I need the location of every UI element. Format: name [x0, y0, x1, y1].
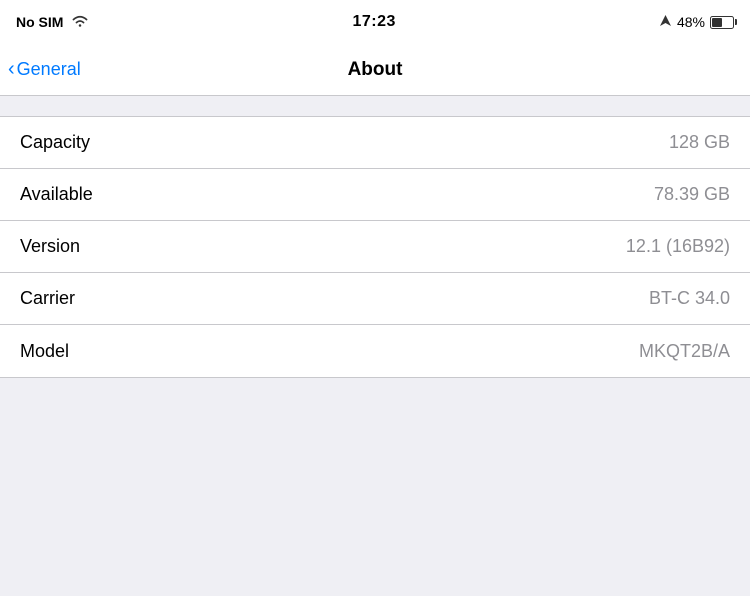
battery-box	[710, 16, 734, 29]
available-label: Available	[20, 184, 93, 205]
navigation-bar: ‹ General About	[0, 44, 750, 96]
version-label: Version	[20, 236, 80, 257]
table-row: Carrier BT-C 34.0	[0, 273, 750, 325]
table-row: Version 12.1 (16B92)	[0, 221, 750, 273]
settings-section: Capacity 128 GB Available 78.39 GB Versi…	[0, 116, 750, 378]
model-label: Model	[20, 341, 69, 362]
table-row: Capacity 128 GB	[0, 117, 750, 169]
model-value: MKQT2B/A	[639, 341, 730, 362]
carrier-label: No SIM	[16, 14, 63, 30]
back-chevron-icon: ‹	[8, 59, 15, 79]
status-left: No SIM	[16, 14, 89, 31]
status-time: 17:23	[353, 13, 396, 31]
page-title: About	[348, 59, 403, 81]
wifi-icon	[71, 14, 89, 31]
settings-group: Capacity 128 GB Available 78.39 GB Versi…	[0, 116, 750, 378]
version-value: 12.1 (16B92)	[626, 236, 730, 257]
back-button[interactable]: ‹ General	[8, 59, 81, 80]
table-row: Model MKQT2B/A	[0, 325, 750, 377]
battery-percent-label: 48%	[677, 14, 705, 30]
battery-fill	[712, 18, 722, 27]
location-icon	[659, 14, 672, 30]
carrier-row-value: BT-C 34.0	[649, 288, 730, 309]
back-label: General	[17, 59, 81, 80]
table-row: Available 78.39 GB	[0, 169, 750, 221]
capacity-value: 128 GB	[669, 132, 730, 153]
battery-indicator	[710, 16, 734, 29]
capacity-label: Capacity	[20, 132, 90, 153]
status-right: 48%	[659, 14, 734, 30]
carrier-row-label: Carrier	[20, 288, 75, 309]
status-bar: No SIM 17:23 48%	[0, 0, 750, 44]
available-value: 78.39 GB	[654, 184, 730, 205]
